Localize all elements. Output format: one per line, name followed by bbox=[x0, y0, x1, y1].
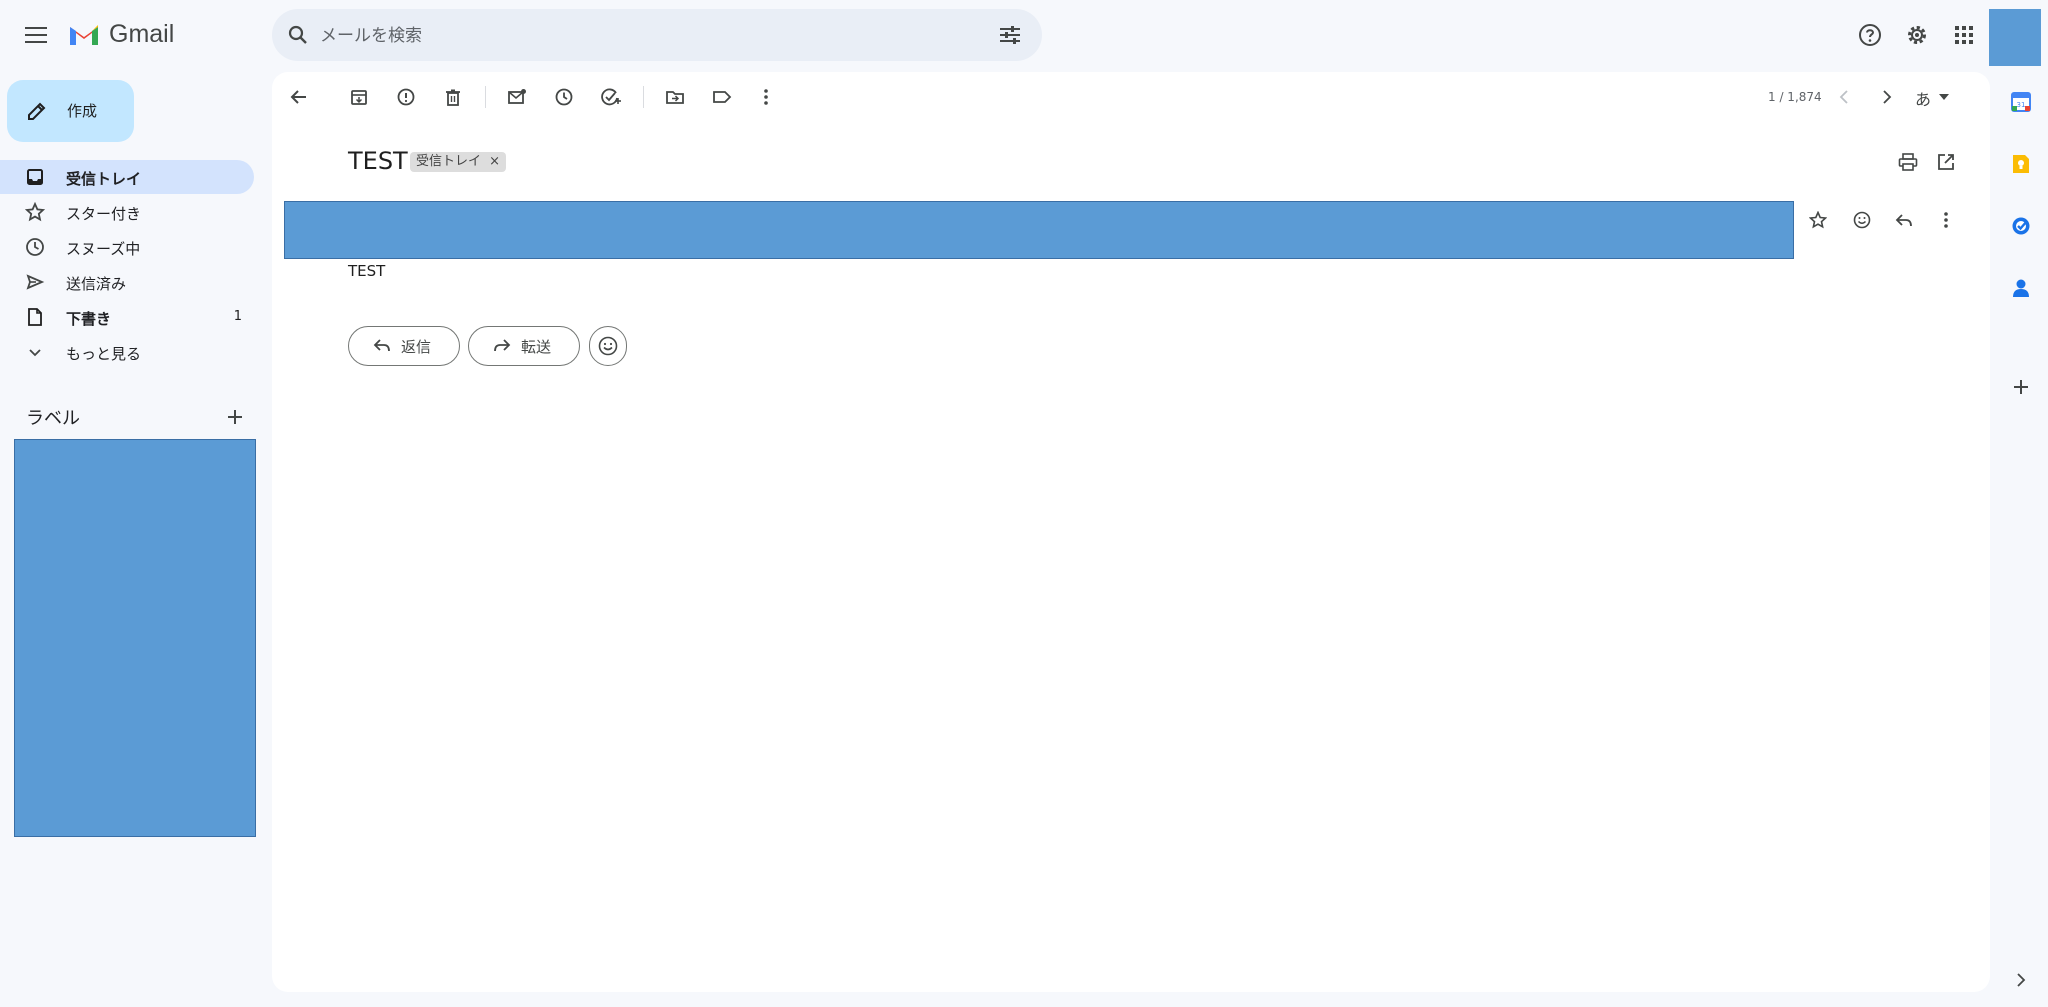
forward-label: 転送 bbox=[521, 338, 552, 356]
inbox-icon bbox=[25, 167, 45, 187]
help-icon[interactable] bbox=[1854, 19, 1886, 51]
account-avatar[interactable] bbox=[1989, 9, 2041, 66]
delete-trash-icon[interactable] bbox=[437, 81, 469, 113]
message-subject: TEST bbox=[348, 147, 408, 175]
sidebar-item-inbox[interactable]: 受信トレイ bbox=[0, 160, 254, 194]
report-spam-icon[interactable] bbox=[390, 81, 422, 113]
pencil-icon bbox=[21, 95, 53, 127]
search-icon[interactable] bbox=[282, 19, 314, 51]
keep-icon[interactable] bbox=[2005, 148, 2037, 180]
sidebar-item-sent[interactable]: 送信済み bbox=[0, 265, 254, 299]
archive-icon[interactable] bbox=[343, 81, 375, 113]
sender-info-redacted bbox=[284, 201, 1794, 259]
settings-gear-icon[interactable] bbox=[1901, 19, 1933, 51]
input-tools-label: あ bbox=[1915, 90, 1932, 109]
app-name: Gmail bbox=[109, 20, 175, 48]
add-label-icon[interactable] bbox=[219, 401, 251, 433]
draft-count: 1 bbox=[233, 309, 242, 324]
reply-icon bbox=[373, 337, 391, 353]
star-icon[interactable] bbox=[1802, 204, 1834, 236]
calendar-icon[interactable]: 31 bbox=[2005, 86, 2037, 118]
more-vertical-icon[interactable] bbox=[1930, 204, 1962, 236]
labels-list-redacted bbox=[14, 439, 256, 837]
sidebar-item-snoozed[interactable]: スヌーズ中 bbox=[0, 230, 254, 264]
badge-label: 受信トレイ bbox=[416, 154, 482, 169]
pagination-count: 1 / 1,874 bbox=[1768, 90, 1822, 104]
forward-button[interactable]: 転送 bbox=[468, 326, 580, 366]
compose-button[interactable]: 作成 bbox=[7, 80, 134, 142]
toolbar-divider bbox=[643, 86, 644, 108]
open-new-window-icon[interactable] bbox=[1930, 146, 1962, 178]
reply-icon[interactable] bbox=[1888, 204, 1920, 236]
back-arrow-icon[interactable] bbox=[283, 81, 315, 113]
forward-icon bbox=[493, 337, 511, 353]
clock-icon bbox=[25, 237, 45, 257]
input-tools-button[interactable]: あ bbox=[1913, 86, 1957, 110]
search-input[interactable] bbox=[318, 9, 962, 63]
sidebar-item-starred[interactable]: スター付き bbox=[0, 195, 254, 229]
reply-button[interactable]: 返信 bbox=[348, 326, 460, 366]
snooze-clock-icon[interactable] bbox=[548, 81, 580, 113]
reply-label: 返信 bbox=[401, 338, 432, 356]
emoji-reaction-icon[interactable] bbox=[1846, 204, 1878, 236]
main-menu-icon[interactable] bbox=[20, 19, 52, 51]
emoji-icon bbox=[598, 336, 618, 356]
sidebar-item-label: もっと見る bbox=[66, 345, 142, 363]
toolbar-divider bbox=[485, 86, 486, 108]
star-icon bbox=[25, 202, 45, 222]
contacts-icon[interactable] bbox=[2005, 272, 2037, 304]
label-tag-icon[interactable] bbox=[706, 81, 738, 113]
sidebar-item-label: 受信トレイ bbox=[66, 170, 142, 188]
add-task-icon[interactable] bbox=[595, 81, 627, 113]
print-icon[interactable] bbox=[1892, 146, 1924, 178]
gmail-logo-icon[interactable] bbox=[67, 18, 101, 52]
expand-panel-chevron-icon[interactable] bbox=[2005, 964, 2037, 996]
add-addon-icon[interactable] bbox=[2005, 371, 2037, 403]
inbox-label-badge[interactable]: 受信トレイ × bbox=[410, 152, 507, 172]
sidebar-item-drafts[interactable]: 下書き 1 bbox=[0, 300, 254, 334]
chevron-down-icon bbox=[25, 342, 45, 362]
move-to-folder-icon[interactable] bbox=[659, 81, 691, 113]
sidebar-item-label: 下書き bbox=[66, 310, 112, 328]
sidebar-item-label: スター付き bbox=[66, 205, 142, 223]
caret-down-icon bbox=[1939, 94, 1949, 100]
search-bar[interactable] bbox=[272, 9, 1042, 63]
message-body: TEST bbox=[348, 262, 386, 280]
badge-close-icon[interactable]: × bbox=[489, 154, 500, 169]
svg-text:31: 31 bbox=[2017, 101, 2026, 109]
draft-icon bbox=[25, 307, 45, 327]
chevron-right-icon[interactable] bbox=[1871, 81, 1903, 113]
mark-unread-icon[interactable] bbox=[501, 81, 533, 113]
compose-label: 作成 bbox=[67, 102, 98, 120]
labels-heading: ラベル bbox=[26, 408, 80, 429]
chevron-left-icon[interactable] bbox=[1828, 81, 1860, 113]
apps-grid-icon[interactable] bbox=[1948, 19, 1980, 51]
search-options-icon[interactable] bbox=[994, 19, 1026, 51]
emoji-reaction-button[interactable] bbox=[589, 326, 627, 366]
sidebar-item-label: スヌーズ中 bbox=[66, 240, 141, 258]
send-icon bbox=[25, 272, 45, 292]
tasks-icon[interactable] bbox=[2005, 210, 2037, 242]
sidebar-item-more[interactable]: もっと見る bbox=[0, 335, 254, 369]
sidebar-item-label: 送信済み bbox=[66, 275, 127, 293]
more-vertical-icon[interactable] bbox=[750, 81, 782, 113]
